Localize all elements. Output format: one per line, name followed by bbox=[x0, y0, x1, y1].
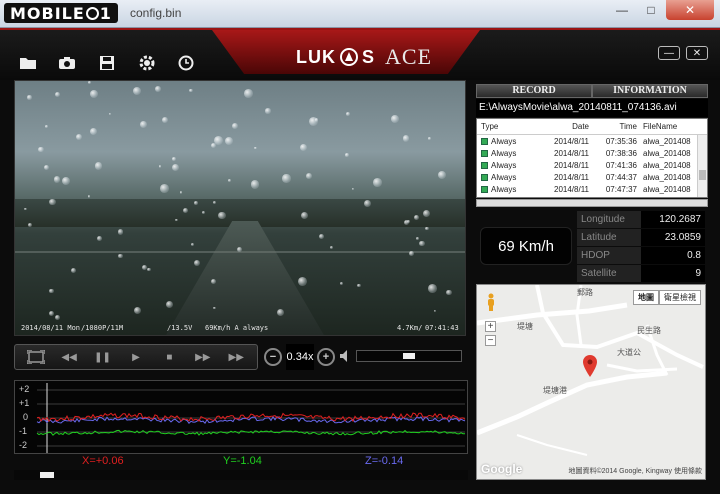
app-minimize-button[interactable]: — bbox=[658, 46, 680, 60]
google-logo: Google bbox=[481, 462, 523, 476]
column-date[interactable]: Date bbox=[537, 122, 589, 131]
file-list-item[interactable]: Always 2014/8/11 07:41:36 alwa_201408 bbox=[477, 159, 707, 171]
gsensor-graph: +2 +1 0 -1 -2 bbox=[14, 380, 468, 454]
video-file-icon bbox=[481, 137, 488, 145]
file-list-header: Type Date Time FileName bbox=[477, 119, 707, 135]
file-list-hscrollbar[interactable] bbox=[476, 199, 708, 207]
osd-date: 2014/08/11 Mon bbox=[21, 324, 81, 332]
tab-information[interactable]: INFORMATION bbox=[592, 84, 708, 98]
stat-label: Longitude bbox=[577, 211, 641, 228]
graph-label-zero: 0 bbox=[23, 412, 29, 422]
graph-label-minus2: -2 bbox=[19, 440, 28, 450]
gsensor-y-trace bbox=[36, 429, 465, 436]
file-list-item[interactable]: Always 2014/8/11 07:38:36 alwa_201408 bbox=[477, 147, 707, 159]
volume-knob[interactable] bbox=[403, 353, 415, 359]
playback-controls: ◀◀ ❚❚ ▶ ■ ▶▶ ▶▶ bbox=[14, 344, 258, 370]
window-close-button[interactable]: ✕ bbox=[666, 0, 714, 20]
gsensor-y-readout: Y=-1.04 bbox=[223, 455, 262, 467]
gsensor-x-readout: X=+0.06 bbox=[82, 455, 124, 467]
zoom-in-icon[interactable]: + bbox=[317, 348, 335, 366]
tab-record[interactable]: RECORD bbox=[476, 84, 592, 98]
column-type[interactable]: Type bbox=[477, 122, 537, 131]
brand-logo: LUK S ACE bbox=[296, 44, 433, 69]
timeline-track[interactable] bbox=[14, 470, 468, 480]
file-list-item[interactable]: Always 2014/8/11 07:44:37 alwa_201408 bbox=[477, 171, 707, 183]
map-copyright: 地圖資料©2014 Google, Kingway 使用條款 bbox=[568, 468, 702, 475]
app-header: LUK S ACE — ✕ bbox=[0, 28, 720, 80]
gps-stats: Longitude 120.2687 Latitude 23.0859 HDOP 0.… bbox=[577, 211, 705, 283]
video-file-icon bbox=[481, 185, 488, 193]
stat-satellite: 9 bbox=[641, 265, 705, 282]
video-osd: 2014/08/11 Mon /1080P/11M /13.5V 69Km/h … bbox=[15, 321, 465, 335]
file-list: Type Date Time FileName Always 2014/8/11 0… bbox=[476, 118, 708, 198]
video-file-icon bbox=[481, 149, 488, 157]
current-file-path: E:\AlwaysMovie\alwa_20140811_074136.avi bbox=[476, 99, 708, 117]
column-time[interactable]: Time bbox=[589, 122, 637, 131]
fullscreen-icon[interactable] bbox=[26, 349, 45, 365]
graph-label-minus1: -1 bbox=[19, 426, 28, 436]
stat-hdop: 0.8 bbox=[641, 247, 705, 264]
mobile01-logo: MOBILE 1 bbox=[4, 3, 118, 23]
window-minimize-button[interactable]: — bbox=[608, 0, 636, 20]
stat-label: Satellite bbox=[577, 265, 641, 282]
stop-icon[interactable]: ■ bbox=[160, 349, 178, 365]
map-type-satellite-button[interactable]: 衛星檢視 bbox=[659, 290, 701, 305]
map-zoom-out-button[interactable]: − bbox=[485, 335, 496, 346]
camera-icon[interactable] bbox=[57, 54, 77, 72]
zoom-level: 0.34x bbox=[286, 344, 314, 370]
window-titlebar: MOBILE 1 config.bin — □ ✕ bbox=[0, 0, 720, 28]
street-view-pegman-icon[interactable] bbox=[486, 293, 496, 311]
video-file-icon bbox=[481, 161, 488, 169]
panel-tabs: RECORD INFORMATION bbox=[476, 84, 708, 98]
osd-voltage: /13.5V bbox=[167, 324, 193, 332]
file-list-item[interactable]: Always 2014/8/11 07:35:36 alwa_201408 bbox=[477, 135, 707, 147]
brand-mark-icon bbox=[340, 48, 358, 66]
zoom-out-icon[interactable]: − bbox=[264, 348, 282, 366]
file-list-item[interactable]: Always 2014/8/11 07:47:37 alwa_201408 bbox=[477, 183, 707, 195]
map-label-minsheng: 民生路 bbox=[637, 326, 661, 335]
graph-label-plus1: +1 bbox=[19, 398, 30, 408]
map-type-buttons: 地圖 衛星檢視 bbox=[633, 290, 701, 305]
speed-display: 69 Km/h bbox=[480, 227, 572, 265]
map-type-map-button[interactable]: 地圖 bbox=[633, 290, 659, 305]
graph-label-plus2: +2 bbox=[19, 384, 30, 394]
osd-speed: 69Km/h A always bbox=[205, 324, 269, 332]
video-view[interactable]: 2014/08/11 Mon /1080P/11M /13.5V 69Km/h … bbox=[14, 80, 466, 336]
file-list-scrollbar[interactable] bbox=[697, 135, 707, 197]
gsensor-z-readout: Z=-0.14 bbox=[365, 455, 404, 467]
map-label-road: 郵路 bbox=[577, 288, 593, 297]
map-label-ditang: 堤塘 bbox=[517, 322, 533, 331]
timeline-thumb[interactable] bbox=[40, 472, 54, 478]
column-filename[interactable]: FileName bbox=[637, 122, 697, 131]
stat-label: HDOP bbox=[577, 247, 641, 264]
speaker-icon[interactable] bbox=[338, 349, 352, 363]
rewind-icon[interactable]: ◀◀ bbox=[60, 349, 78, 365]
map-label-ditanggang: 堤塘港 bbox=[543, 386, 567, 395]
map-view[interactable]: + − 地圖 衛星檢視 民生路 大道公 堤塘港 堤塘 郵路 Google 地圖資… bbox=[476, 284, 706, 480]
app-close-button[interactable]: ✕ bbox=[686, 46, 708, 60]
folder-icon[interactable] bbox=[18, 54, 38, 72]
stat-longitude: 120.2687 bbox=[641, 211, 705, 228]
next-file-icon[interactable]: ▶▶ bbox=[227, 349, 245, 365]
clock-icon[interactable] bbox=[176, 54, 196, 72]
play-icon[interactable]: ▶ bbox=[127, 349, 145, 365]
window-filename: config.bin bbox=[130, 6, 182, 20]
map-label-dadaogong: 大道公 bbox=[617, 348, 641, 357]
map-zoom-in-button[interactable]: + bbox=[485, 321, 496, 332]
pause-icon[interactable]: ❚❚ bbox=[94, 349, 112, 365]
volume-slider[interactable] bbox=[356, 350, 462, 362]
fast-forward-icon[interactable]: ▶▶ bbox=[194, 349, 212, 365]
osd-bitrate: 4.7Km/ bbox=[397, 324, 423, 332]
stat-label: Latitude bbox=[577, 229, 641, 246]
video-file-icon bbox=[481, 173, 488, 181]
window-maximize-button[interactable]: □ bbox=[637, 0, 665, 20]
gear-icon[interactable] bbox=[137, 54, 157, 72]
osd-time: 07:41:43 bbox=[425, 324, 459, 332]
osd-resolution: /1080P/11M bbox=[81, 324, 124, 332]
save-icon[interactable] bbox=[97, 54, 117, 72]
stat-latitude: 23.0859 bbox=[641, 229, 705, 246]
location-pin-icon[interactable] bbox=[583, 355, 597, 377]
